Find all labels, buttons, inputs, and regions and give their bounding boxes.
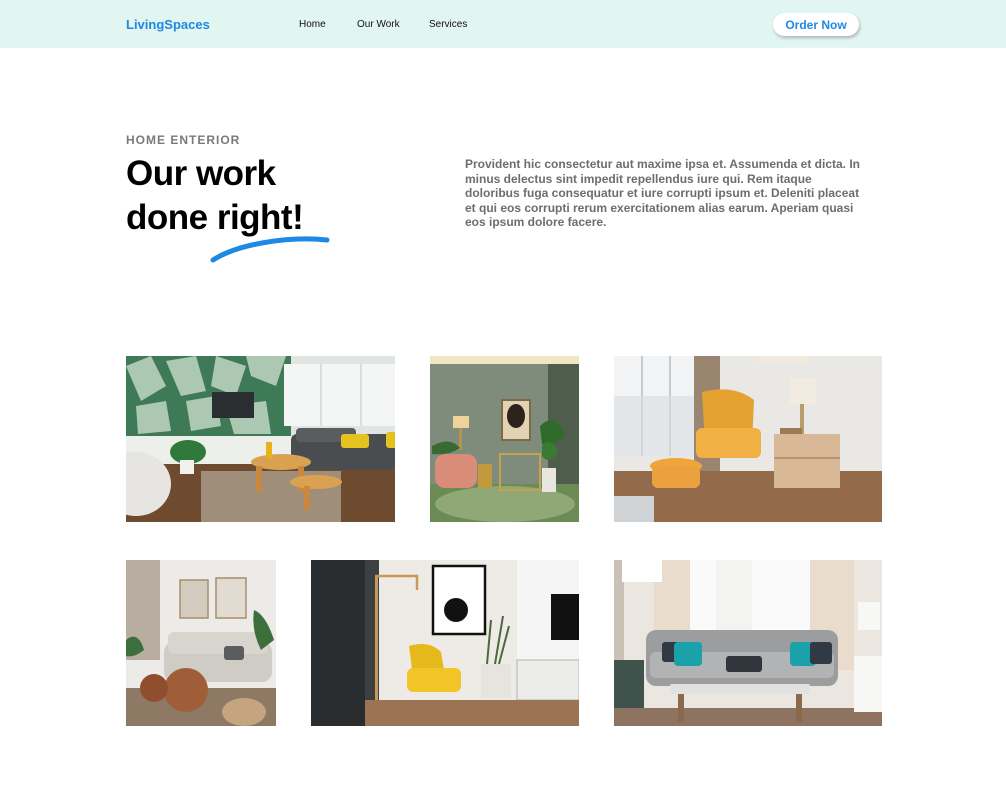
navbar: LivingSpaces Home Our Work Services Orde… <box>0 0 1006 48</box>
nav-link-home[interactable]: Home <box>299 19 326 30</box>
gallery-image-teal-cushions-sofa[interactable] <box>614 560 882 726</box>
gallery-image-grey-sofa-round-tables[interactable] <box>126 560 276 726</box>
underline-stroke-decoration <box>210 236 330 263</box>
page: LivingSpaces Home Our Work Services Orde… <box>0 0 1006 800</box>
gallery-image-yellow-armchair[interactable] <box>614 356 882 522</box>
gallery-image-sage-green-room[interactable] <box>430 356 579 522</box>
nav-link-our-work[interactable]: Our Work <box>357 19 400 30</box>
order-now-button[interactable]: Order Now <box>773 13 859 36</box>
hero-title: Our work done right! <box>126 152 304 240</box>
hero-title-line1: Our work <box>126 154 276 193</box>
brand-logo[interactable]: LivingSpaces <box>126 17 210 32</box>
gallery-image-tropical-living-room[interactable] <box>126 356 395 522</box>
nav-link-services[interactable]: Services <box>429 19 467 30</box>
section-eyebrow: HOME ENTERIOR <box>126 133 241 147</box>
gallery-image-yellow-chair-floor-lamp[interactable] <box>311 560 579 726</box>
hero-description: Provident hic consectetur aut maxime ips… <box>465 157 861 230</box>
